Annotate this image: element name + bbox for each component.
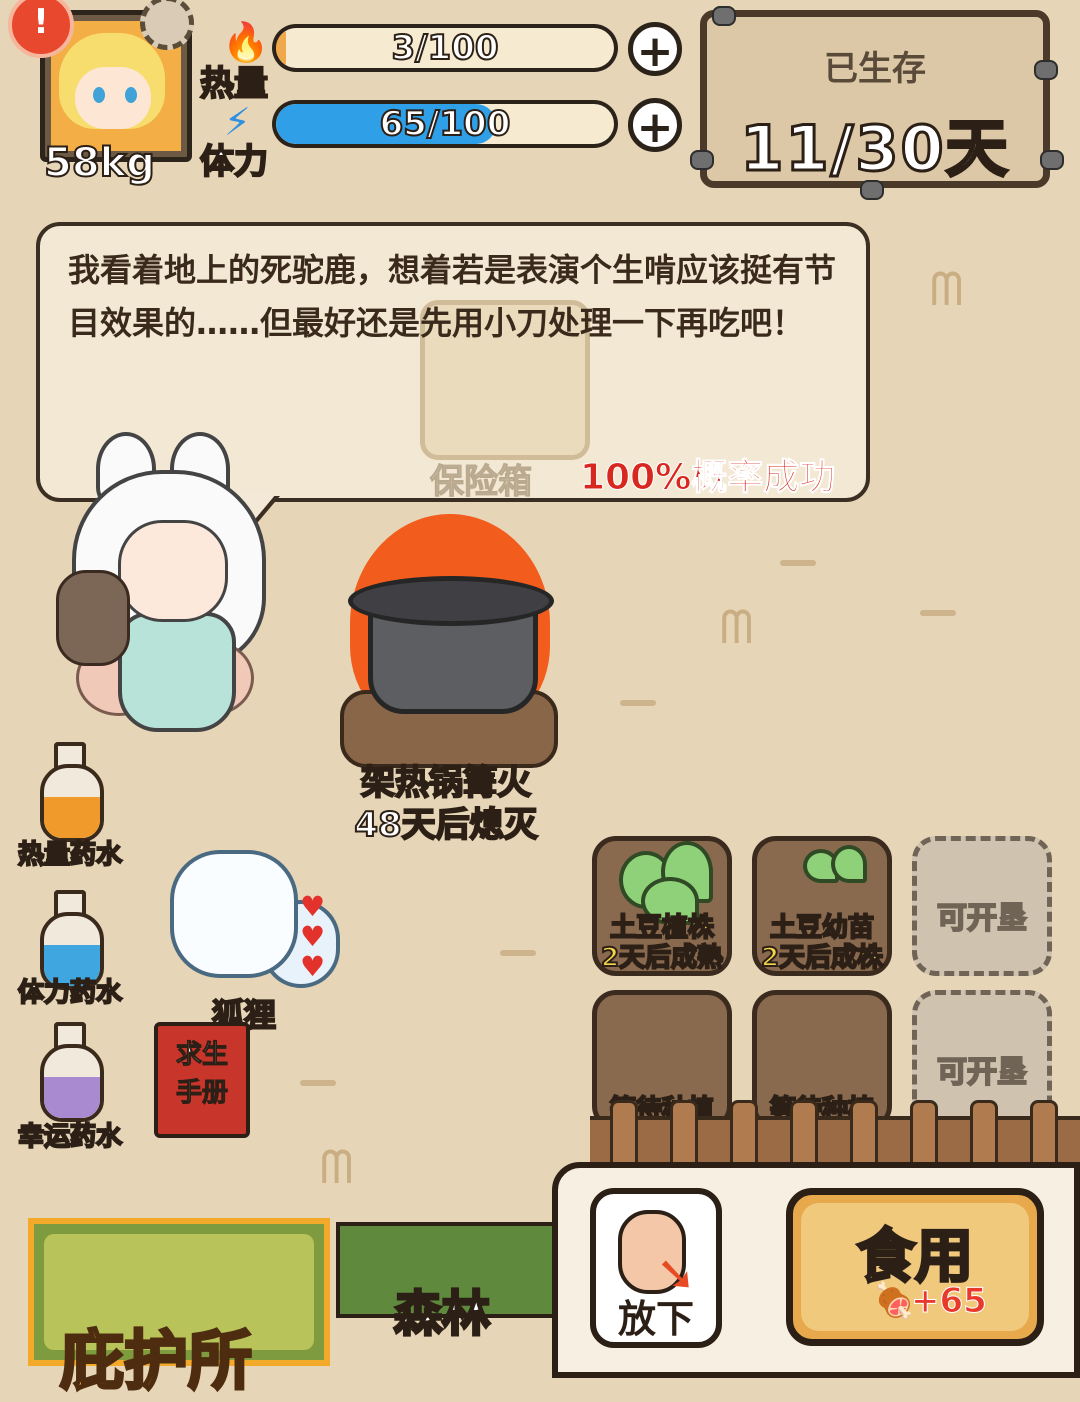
stamina-potion[interactable]: 体力药水 xyxy=(17,890,123,1010)
fence-picket xyxy=(910,1100,938,1166)
add-stamina-button[interactable]: + xyxy=(628,98,682,153)
ground-mark xyxy=(500,950,536,956)
rock-decoration xyxy=(1040,150,1064,170)
rock-decoration xyxy=(712,6,736,26)
farm-plot-potato-seedling[interactable]: 土豆幼苗 2天后成株 xyxy=(752,836,892,976)
heat-value: 3/100 xyxy=(390,28,499,68)
fence-picket xyxy=(610,1100,638,1166)
put-down-label: 放下 xyxy=(617,1297,694,1341)
player-weight: 58kg xyxy=(43,139,156,187)
heart-icon: ♥ xyxy=(300,950,326,983)
heat-potion-icon xyxy=(40,764,104,842)
meat-icon: 🍖 xyxy=(873,1281,916,1321)
luck-potion-label: 幸运药水 xyxy=(17,1121,123,1153)
put-down-button[interactable]: ➘ 放下 xyxy=(590,1188,722,1348)
rock-decoration xyxy=(1034,60,1058,80)
avatar-eye xyxy=(125,87,137,103)
campfire-status: 48天后熄灭 xyxy=(353,804,538,846)
sprout-icon xyxy=(831,845,867,883)
fence-picket xyxy=(850,1100,878,1166)
add-heat-button[interactable]: + xyxy=(628,22,682,77)
manual-label-line1: 求生 xyxy=(175,1040,228,1071)
heat-bar: 3/100 xyxy=(272,24,618,72)
plot-name: 可开垦 xyxy=(936,1054,1028,1091)
survival-board: 已生存 11/30天 xyxy=(700,10,1050,188)
location-forest-label: 森林 xyxy=(392,1285,491,1344)
character-body xyxy=(118,612,236,732)
plot-status: 2天后成熟 xyxy=(600,942,724,974)
stamina-bar: 65/100 xyxy=(272,100,618,148)
player-character[interactable] xyxy=(118,520,228,622)
plot-name: 土豆植株 xyxy=(609,912,715,944)
rock-decoration xyxy=(860,180,884,200)
stamina-value: 65/100 xyxy=(379,104,512,144)
fence-picket xyxy=(670,1100,698,1166)
plot-name: 可开垦 xyxy=(936,900,1028,937)
rock-decoration xyxy=(690,150,714,170)
avatar-eye xyxy=(93,87,105,103)
fence-picket xyxy=(1030,1100,1058,1166)
ground-grass: ᗰ xyxy=(720,600,754,654)
dialog-text: 我看着地上的死驼鹿，想着若是表演个生啃应该挺有节目效果的……但最好还是先用小刀处… xyxy=(68,251,837,342)
manual-label-line2: 手册 xyxy=(175,1078,228,1109)
heat-potion-label: 热量药水 xyxy=(17,839,123,871)
stamina-potion-label: 体力药水 xyxy=(17,977,123,1009)
fence-picket xyxy=(730,1100,758,1166)
luck-potion-icon xyxy=(40,1044,104,1122)
eat-button[interactable]: 食用 🍖 +65 xyxy=(786,1188,1044,1346)
dead-moose-item xyxy=(56,570,130,666)
ground-grass: ᗰ xyxy=(930,262,964,316)
fence-picket xyxy=(790,1100,818,1166)
farm-plot-cultivable[interactable]: 可开垦 xyxy=(912,836,1052,976)
survival-days: 11/30天 xyxy=(739,111,1010,187)
eat-gain-value: +65 xyxy=(911,1281,988,1322)
heart-icon: ♥ xyxy=(300,890,326,923)
ground-mark xyxy=(300,1080,336,1086)
heat-potion[interactable]: 热量药水 xyxy=(17,742,123,871)
plot-status: 2天后成株 xyxy=(760,942,884,974)
heat-label: 热量 xyxy=(199,63,269,105)
fox-pet[interactable] xyxy=(170,850,298,978)
ground-mark xyxy=(920,610,956,616)
safe-box-label: 保险箱 xyxy=(430,462,533,503)
farm-plot-potato-plant[interactable]: 土豆植株 2天后成熟 xyxy=(592,836,732,976)
plot-name: 土豆幼苗 xyxy=(769,912,875,944)
stamina-label: 体力 xyxy=(199,141,269,183)
ground-mark xyxy=(780,560,816,566)
survival-manual-button[interactable]: 求生 手册 xyxy=(154,1022,250,1138)
heart-icon: ♥ xyxy=(300,920,326,953)
luck-potion[interactable]: 幸运药水 xyxy=(17,1022,123,1153)
survival-title: 已生存 xyxy=(824,49,926,89)
campfire-name: 架热锅篝火 xyxy=(360,762,532,804)
avatar-face xyxy=(75,67,151,129)
cooking-pot-rim xyxy=(348,576,554,626)
campfire-label: 架热锅篝火 48天后熄灭 xyxy=(330,762,562,846)
ground-grass: ᗰ xyxy=(320,1140,354,1194)
fence-picket xyxy=(970,1100,998,1166)
ground-mark xyxy=(620,700,656,706)
location-shelter-label: 庇护所 xyxy=(59,1324,254,1401)
success-rate: 100%概率成功 xyxy=(579,457,836,499)
